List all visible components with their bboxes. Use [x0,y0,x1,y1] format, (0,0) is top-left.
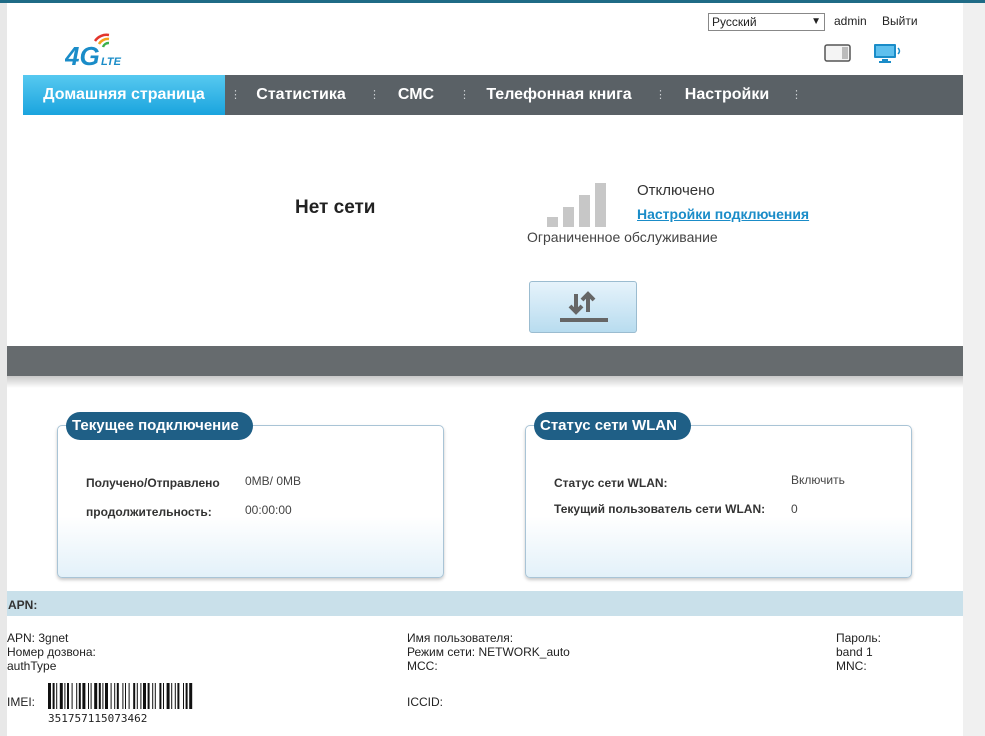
nav-home[interactable]: Домашняя страница [23,75,225,115]
wlan-status-title: Статус сети WLAN [534,412,691,440]
wlan-users-value: 0 [791,502,798,516]
scroll-area [963,3,985,736]
logout-link[interactable]: Выйти [882,14,918,28]
mnc-label: MNC: [836,659,867,673]
auth-type: authType [7,659,57,673]
nav-statistics[interactable]: Статистика [243,75,359,115]
received-sent-label: Получено/Отправлено [86,476,220,490]
username-label: Имя пользователя: [407,631,514,645]
apn-value: APN: 3gnet [7,631,69,645]
logo-text: 4G [65,41,100,71]
current-connection-title: Текущее подключение [66,412,253,440]
nav-sms[interactable]: СМС [383,75,449,115]
imei-label: IMEI: [7,695,36,709]
nav-settings[interactable]: Настройки [668,75,786,115]
main-nav: Домашняя страница ⋮ Статистика ⋮ СМС ⋮ Т… [23,75,963,115]
connect-button[interactable] [529,281,637,333]
signal-strength-icon [547,183,606,227]
apn-header-bar [7,591,963,616]
network-status: Нет сети [295,197,376,218]
logo-4g-lte: 4G LTE [65,33,122,71]
language-select[interactable]: Русский ▼ [708,13,825,31]
nav-separator: ⋮ [459,89,470,101]
service-status: Ограниченное обслуживание [527,229,718,245]
sim-card-icon[interactable] [824,43,852,63]
language-selected: Русский [712,15,757,29]
connection-state: Отключено [637,182,715,199]
mcc-label: MCC: [407,659,438,673]
wlan-status-label: Статус сети WLAN: [554,476,668,490]
divider-band [7,346,963,376]
nav-phonebook[interactable]: Телефонная книга [473,75,645,115]
imei-value: 351757115073462 [48,712,148,725]
chevron-down-icon: ▼ [811,16,821,27]
apn-header: APN: [8,598,38,612]
user-name: admin [834,14,867,28]
received-sent-value: 0MB/ 0MB [245,474,302,488]
nav-separator: ⋮ [791,89,802,101]
connect-arrows-icon [560,291,608,322]
wlan-users-label: Текущий пользователь сети WLAN: [554,502,766,516]
nav-separator: ⋮ [230,89,241,101]
nav-separator: ⋮ [655,89,666,101]
iccid-label: ICCID: [407,695,443,709]
connection-settings-link[interactable]: Настройки подключения [637,206,809,222]
dial-number: Номер дозвона: [7,645,96,659]
wlan-status-value: Включить [791,473,845,487]
password-label: Пароль: [836,631,881,645]
band-value: band 1 [836,645,873,659]
duration-value: 00:00:00 [245,503,292,517]
network-mode: Режим сети: NETWORK_auto [407,645,570,659]
duration-label: продолжительность: [86,505,212,519]
computer-icon[interactable] [872,41,904,65]
imei-barcode [48,683,193,709]
divider-shadow [7,376,963,388]
page: 4G LTE Русский ▼ admin Выйти Домашняя ст… [7,3,963,736]
wlan-status-panel: Статус сети WLAN Статус сети WLAN: Включ… [525,412,912,578]
logo-sub: LTE [101,56,122,68]
current-connection-panel: Текущее подключение Получено/Отправлено … [57,412,444,578]
nav-separator: ⋮ [369,89,380,101]
